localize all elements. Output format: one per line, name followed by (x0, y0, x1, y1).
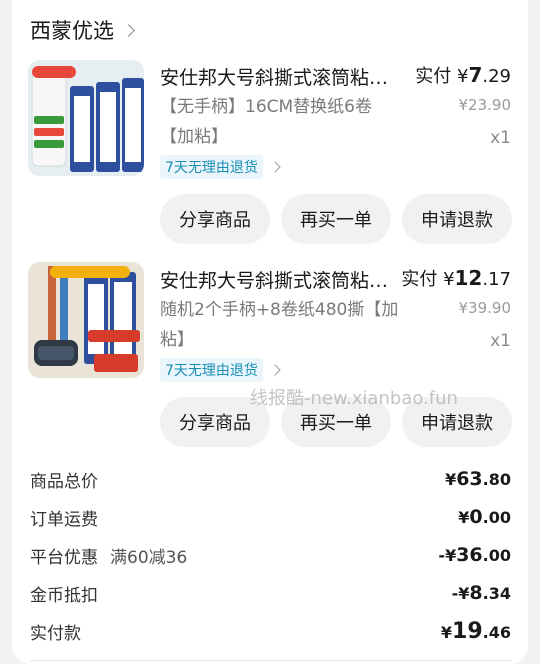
summary-label: 订单运费 (30, 509, 98, 530)
summary-label: 金币抵扣 (30, 585, 98, 606)
summary-row-platform-discount: 平台优惠 满60减36 -¥36.00 (30, 541, 511, 569)
return-tag: 7天无理由退货 (160, 155, 263, 179)
original-price: ¥39.90 (458, 299, 512, 317)
product-thumbnail[interactable] (28, 60, 144, 176)
return-policy[interactable]: 7天无理由退货 (160, 358, 281, 382)
shop-header[interactable]: 西蒙优选 (30, 14, 135, 46)
paid-label: 实付 (415, 66, 452, 87)
product-thumbnail[interactable] (28, 262, 144, 378)
summary-row-coin-deduction: 金币抵扣 -¥8.34 (30, 579, 511, 607)
summary-value: -¥8.34 (451, 582, 511, 604)
product-title[interactable]: 安仕邦大号斜撕式滚筒粘… (160, 266, 405, 293)
summary-value: -¥36.00 (438, 544, 511, 566)
share-product-button[interactable]: 分享商品 (160, 194, 270, 244)
product-image (28, 60, 144, 176)
quantity: x1 (490, 331, 511, 351)
paid-currency: ¥ (456, 66, 469, 87)
paid-price: 实付 ¥7.29 (415, 62, 511, 88)
chevron-right-icon (269, 161, 281, 173)
product-image (28, 262, 144, 378)
shop-name[interactable]: 西蒙优选 (30, 15, 114, 45)
summary-row-total-paid: 实付款 ¥19.46 (30, 617, 511, 645)
paid-int: 7 (468, 63, 483, 87)
paid-currency: ¥ (443, 269, 455, 290)
paid-int: 12 (454, 266, 483, 290)
summary-row-goods-total: 商品总价 ¥63.80 (30, 465, 511, 493)
watermark: 线报酷-new.xianbao.fun (250, 388, 458, 409)
quantity: x1 (490, 128, 511, 148)
total-paid-value: ¥19.46 (440, 618, 511, 644)
paid-price: 实付 ¥12.17 (401, 265, 511, 291)
summary-label: 实付款 (30, 623, 81, 644)
summary-label: 商品总价 (30, 471, 98, 492)
summary-label: 平台优惠 满60减36 (30, 547, 188, 568)
original-price: ¥23.90 (458, 96, 512, 114)
summary-value: ¥63.80 (445, 468, 511, 490)
return-policy[interactable]: 7天无理由退货 (160, 155, 281, 179)
chevron-right-icon (122, 23, 135, 37)
chevron-right-icon (269, 364, 281, 376)
product-spec: 【无手柄】16CM替换纸6卷【加粘】 (160, 97, 372, 147)
buy-again-button[interactable]: 再买一单 (281, 194, 391, 244)
divider (30, 660, 511, 661)
discount-note: 满60减36 (110, 547, 188, 568)
product-spec: 随机2个手柄+8卷纸480撕【加粘】 (160, 300, 399, 350)
request-refund-button[interactable]: 申请退款 (402, 194, 512, 244)
paid-dec: .29 (482, 66, 511, 87)
return-tag: 7天无理由退货 (160, 358, 263, 382)
paid-label: 实付 (401, 269, 438, 290)
summary-row-shipping: 订单运费 ¥0.00 (30, 503, 511, 531)
product-title[interactable]: 安仕邦大号斜撕式滚筒粘… (160, 63, 405, 90)
summary-value: ¥0.00 (458, 506, 511, 528)
paid-dec: .17 (482, 269, 511, 290)
